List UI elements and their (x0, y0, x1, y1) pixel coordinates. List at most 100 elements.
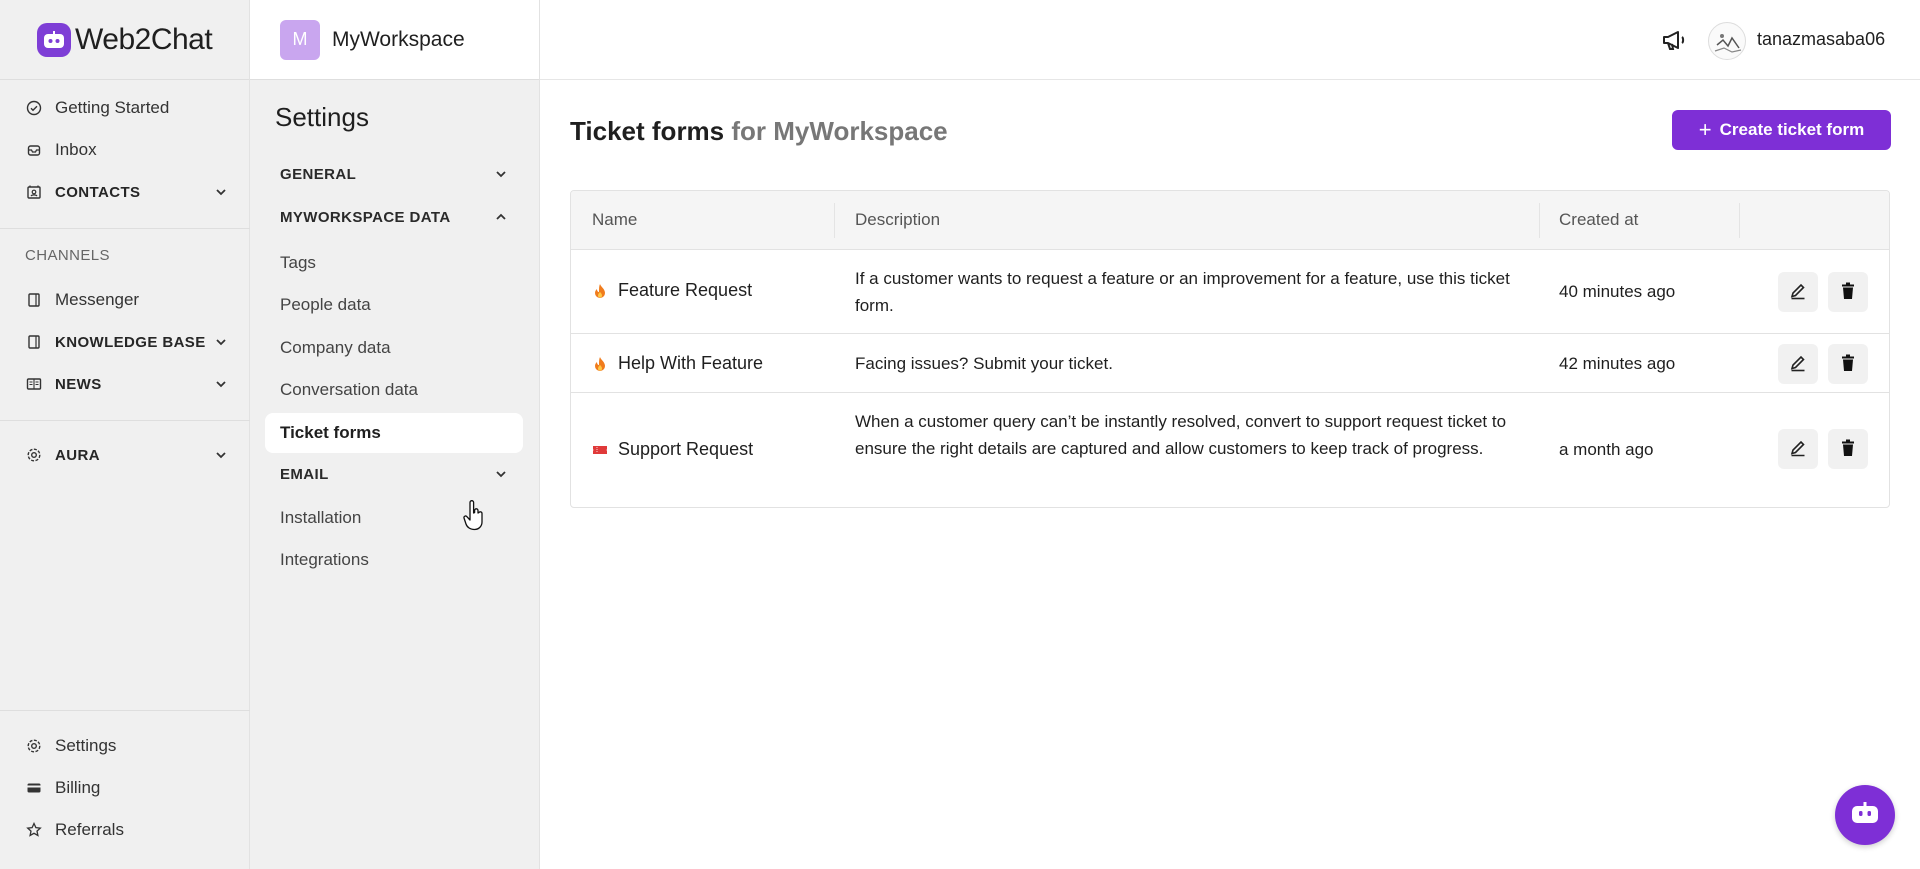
workspace-avatar: M (280, 19, 320, 60)
star-icon (25, 821, 43, 839)
section-label: MYWORKSPACE DATA (280, 208, 451, 226)
ticket-form-name: Support Request (592, 439, 753, 460)
megaphone-icon[interactable] (1660, 26, 1688, 59)
workspace-name: MyWorkspace (332, 27, 465, 51)
nav-label: Referrals (55, 820, 124, 839)
section-general[interactable]: GENERAL (280, 159, 520, 189)
nav-aura[interactable]: AURA (0, 435, 250, 475)
ticket-form-name-label: Support Request (618, 439, 754, 459)
create-ticket-form-button[interactable]: + Create ticket form (1672, 110, 1891, 150)
nav-label: Messenger (55, 290, 140, 309)
column-divider (1539, 203, 1540, 238)
ticket-form-name-label: Help With Feature (618, 353, 764, 373)
settings-item-company-data[interactable]: Company data (280, 338, 391, 358)
settings-item-installation[interactable]: Installation (280, 508, 361, 528)
bot-icon (1850, 801, 1880, 830)
chevron-down-icon (214, 448, 228, 466)
nav-inbox[interactable]: Inbox (0, 130, 250, 170)
fire-icon (592, 356, 608, 372)
nav-getting-started[interactable]: Getting Started (0, 88, 250, 128)
brand-logo[interactable]: Web2Chat (0, 0, 249, 80)
column-divider (834, 203, 835, 238)
trash-icon (1840, 354, 1856, 375)
nav-messenger[interactable]: Messenger (0, 280, 250, 320)
nav-billing[interactable]: Billing (0, 768, 250, 808)
ticket-icon (592, 442, 608, 458)
nav-contacts[interactable]: CONTACTS (0, 172, 250, 212)
nav-label: NEWS (55, 375, 102, 393)
delete-button[interactable] (1828, 344, 1868, 384)
left-nav: Web2Chat Getting Started Inbox CONTACTS … (0, 0, 250, 869)
ticket-form-name: Help With Feature (592, 353, 763, 374)
pencil-icon (1789, 439, 1807, 460)
nav-referrals[interactable]: Referrals (0, 810, 250, 850)
nav-label: CONTACTS (55, 183, 141, 201)
nav-label: Inbox (55, 140, 97, 159)
messenger-icon (25, 291, 43, 309)
pencil-icon (1789, 354, 1807, 375)
divider (0, 420, 250, 421)
nav-settings[interactable]: Settings (0, 726, 250, 766)
column-header-created-at[interactable]: Created at (1559, 210, 1638, 230)
delete-button[interactable] (1828, 429, 1868, 469)
edit-button[interactable] (1778, 344, 1818, 384)
ticket-form-created-at: a month ago (1559, 440, 1654, 459)
bot-logo-icon (37, 22, 71, 57)
news-icon (25, 375, 43, 393)
settings-item-ticket-forms[interactable]: Ticket forms (265, 413, 523, 453)
username[interactable]: tanazmasaba06 (1757, 29, 1885, 50)
nav-label: Settings (55, 736, 117, 755)
settings-item-integrations[interactable]: Integrations (280, 550, 369, 570)
credit-card-icon (25, 779, 43, 797)
ticket-form-description: If a customer wants to request a feature… (855, 269, 1510, 315)
ticket-form-created-at: 40 minutes ago (1559, 282, 1676, 301)
chevron-down-icon (214, 335, 228, 353)
page-title-suffix: for MyWorkspace (731, 116, 948, 146)
settings-item-tags[interactable]: Tags (280, 253, 316, 273)
table-row[interactable]: Feature Request If a customer wants to r… (571, 250, 1889, 334)
table-header: Name Description Created at (571, 191, 1889, 250)
inbox-icon (25, 141, 43, 159)
table-row[interactable]: Help With Feature Facing issues? Submit … (571, 334, 1889, 393)
nav-news[interactable]: NEWS (0, 364, 250, 404)
channels-heading: CHANNELS (25, 247, 110, 264)
divider (0, 228, 250, 229)
column-divider (1739, 203, 1740, 238)
user-avatar[interactable] (1708, 22, 1746, 60)
workspace-switcher[interactable]: M MyWorkspace (250, 0, 539, 80)
chevron-down-icon (494, 167, 508, 185)
hand-cursor-icon (463, 500, 485, 537)
delete-button[interactable] (1828, 272, 1868, 312)
plus-icon: + (1698, 117, 1712, 142)
nav-label: KNOWLEDGE BASE (55, 333, 206, 351)
edit-button[interactable] (1778, 429, 1818, 469)
brand-name: Web2Chat (75, 22, 213, 56)
column-header-name[interactable]: Name (592, 210, 637, 230)
ticket-form-description: When a customer query can’t be instantly… (855, 412, 1507, 458)
settings-item-conversation-data[interactable]: Conversation data (280, 380, 418, 400)
settings-panel: M MyWorkspace Settings GENERAL MYWORKSPA… (250, 0, 540, 869)
nav-knowledge-base[interactable]: KNOWLEDGE BASE (0, 322, 250, 362)
section-myworkspace-data[interactable]: MYWORKSPACE DATA (280, 202, 520, 232)
chat-widget-button[interactable] (1835, 785, 1895, 845)
gear-icon (25, 737, 43, 755)
ticket-form-created-at: 42 minutes ago (1559, 354, 1676, 373)
settings-item-people-data[interactable]: People data (280, 295, 371, 315)
chevron-up-icon (494, 210, 508, 228)
section-email[interactable]: EMAIL (280, 459, 520, 489)
ticket-form-name: Feature Request (592, 280, 752, 301)
column-header-description[interactable]: Description (855, 210, 940, 230)
edit-button[interactable] (1778, 272, 1818, 312)
top-bar: tanazmasaba06 (540, 0, 1920, 80)
table-row[interactable]: Support Request When a customer query ca… (571, 393, 1889, 507)
chevron-down-icon (214, 377, 228, 395)
book-icon (25, 333, 43, 351)
create-ticket-form-label: Create ticket form (1719, 120, 1865, 139)
gear-icon (25, 446, 43, 464)
divider (0, 710, 250, 711)
trash-icon (1840, 282, 1856, 303)
pencil-icon (1789, 282, 1807, 303)
check-circle-icon (25, 99, 43, 117)
chevron-down-icon (494, 467, 508, 485)
page-title-main: Ticket forms (570, 116, 725, 146)
